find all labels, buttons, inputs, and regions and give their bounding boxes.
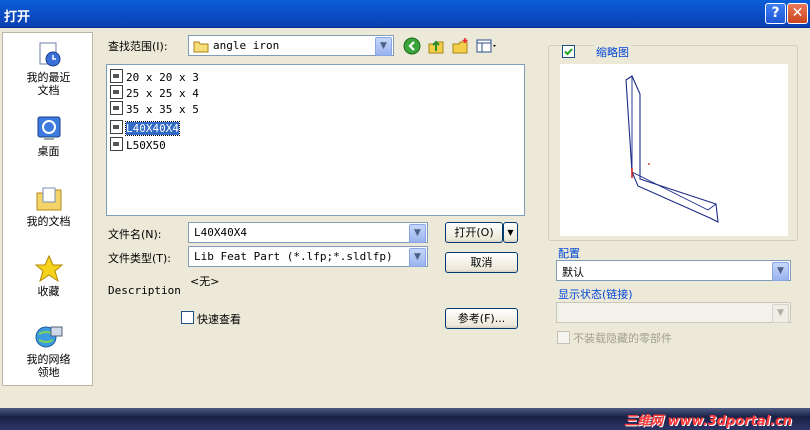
place-favorites[interactable]: 收藏	[3, 254, 94, 298]
list-item[interactable]: 20 x 20 x 3	[110, 69, 202, 84]
list-item-selected[interactable]: L40X40X4	[110, 120, 182, 136]
watermark: 三维网 www.3dportal.cn	[623, 414, 792, 429]
checkmark-icon	[564, 48, 573, 56]
place-label-network: 我的网络领地	[26, 353, 71, 379]
description-label: Description	[108, 284, 181, 297]
filename-input[interactable]: L40X40X4 ▼	[188, 222, 428, 243]
preview-checkbox[interactable]	[562, 45, 575, 58]
view-menu-icon[interactable]	[474, 37, 500, 57]
open-button[interactable]: 打开(O)	[445, 222, 503, 243]
file-icon	[110, 137, 123, 151]
lookin-dropdown[interactable]: angle iron ▼	[188, 35, 394, 56]
quickview-checkbox[interactable]	[181, 311, 194, 324]
up-folder-icon[interactable]	[426, 37, 446, 57]
title-bar[interactable]	[0, 0, 810, 28]
angle-iron-thumbnail	[625, 75, 719, 223]
place-label-desktop: 桌面	[37, 145, 60, 158]
chevron-down-icon[interactable]: ▼	[772, 262, 789, 281]
place-my-documents[interactable]: 我的文档	[3, 185, 94, 228]
folder-icon	[193, 40, 209, 56]
recent-documents-icon	[34, 41, 64, 69]
config-dropdown[interactable]: 默认 ▼	[556, 260, 791, 281]
reference-button[interactable]: 参考(F)...	[445, 308, 518, 329]
lookin-value: angle iron	[213, 39, 280, 52]
file-icon	[110, 101, 123, 115]
file-list[interactable]: 20 x 20 x 3 25 x 25 x 4 35 x 35 x 5 L40X…	[106, 64, 525, 216]
filename-label: 文件名(N):	[108, 228, 162, 241]
config-value: 默认	[562, 266, 584, 279]
chevron-down-icon[interactable]: ▼	[375, 37, 392, 56]
help-button[interactable]: ?	[765, 3, 786, 24]
no-load-hidden-label: 不装载隐藏的零部件	[573, 332, 672, 345]
chevron-down-icon[interactable]: ▼	[772, 304, 789, 323]
display-state-dropdown[interactable]: ▼	[556, 302, 791, 323]
network-places-icon	[34, 323, 64, 351]
open-options-button[interactable]: ▼	[503, 222, 518, 243]
none-text: <无>	[190, 275, 220, 288]
file-icon	[110, 69, 123, 83]
place-label-my-documents: 我的文档	[26, 215, 71, 228]
list-item[interactable]: 25 x 25 x 4	[110, 85, 202, 100]
place-recent-documents[interactable]: 我的最近文档	[3, 41, 94, 97]
list-item[interactable]: L50X50	[110, 137, 169, 152]
preview-label: 缩略图	[594, 44, 631, 60]
close-button[interactable]: ✕	[787, 3, 808, 24]
my-documents-icon	[34, 185, 64, 213]
chevron-down-icon: ▼	[507, 228, 514, 237]
place-label-favorites: 收藏	[37, 285, 60, 298]
filetype-label: 文件类型(T):	[108, 252, 172, 265]
place-label-recent: 我的最近文档	[26, 71, 71, 97]
new-folder-icon[interactable]	[450, 37, 470, 57]
quickview-label: 快速查看	[197, 313, 241, 326]
thumbnail-preview	[560, 64, 788, 236]
place-desktop[interactable]: 桌面	[3, 115, 94, 158]
list-item[interactable]: 35 x 35 x 5	[110, 101, 202, 116]
cancel-button[interactable]: 取消	[445, 252, 518, 273]
file-icon	[110, 85, 123, 99]
places-bar: 我的最近文档 桌面 我的文档 收藏 我的网络领地	[2, 32, 93, 386]
file-icon	[110, 120, 123, 134]
desktop-icon	[34, 115, 64, 143]
chevron-down-icon[interactable]: ▼	[409, 224, 426, 243]
window-title: 打开	[4, 10, 31, 25]
chevron-down-icon[interactable]: ▼	[409, 248, 426, 267]
filename-value: L40X40X4	[194, 226, 247, 239]
no-load-hidden-checkbox[interactable]	[557, 331, 570, 344]
filetype-dropdown[interactable]: Lib Feat Part (*.lfp;*.sldlfp) ▼	[188, 246, 428, 267]
favorites-icon	[34, 254, 64, 283]
display-state-label: 显示状态(链接)	[558, 288, 633, 301]
place-network[interactable]: 我的网络领地	[3, 323, 94, 379]
config-label: 配置	[558, 247, 580, 260]
back-icon[interactable]	[402, 37, 422, 57]
filetype-value: Lib Feat Part (*.lfp;*.sldlfp)	[194, 250, 393, 263]
lookin-label: 查找范围(I):	[108, 40, 168, 53]
